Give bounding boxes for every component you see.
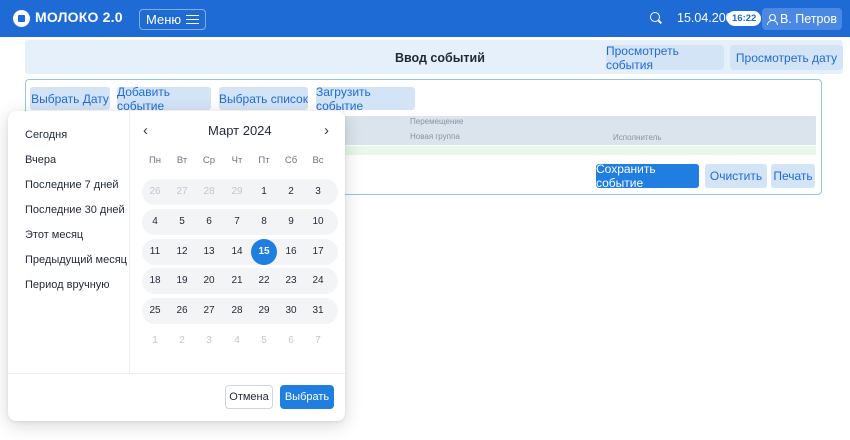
calendar-day[interactable]: 25 [142, 298, 168, 324]
calendar-day[interactable]: 13 [196, 239, 222, 265]
logo-icon[interactable] [13, 10, 30, 27]
calendar-day[interactable]: 23 [278, 268, 304, 294]
calendar-day[interactable]: 29 [251, 298, 277, 324]
calendar-day: 4 [234, 335, 240, 346]
add-event-button[interactable]: Добавить событие [117, 85, 211, 113]
calendar-day[interactable]: 30 [278, 298, 304, 324]
weekday-label: Вт [176, 155, 188, 166]
calendar-day[interactable]: 19 [169, 268, 195, 294]
calendar-day: 7 [315, 335, 321, 346]
calendar-day[interactable]: 8 [251, 209, 277, 235]
chevron-left-icon[interactable]: ‹ [143, 122, 148, 139]
preset-yesterday[interactable]: Вчера [25, 154, 56, 166]
preset-list: Сегодня Вчера Последние 7 дней Последние… [8, 111, 130, 373]
weekday-label: Ср [202, 155, 216, 166]
calendar-day[interactable]: 18 [142, 268, 168, 294]
user-icon [766, 14, 778, 25]
weekday-label: Пн [148, 155, 162, 166]
menu-button[interactable]: Меню [139, 9, 207, 30]
preset-today[interactable]: Сегодня [25, 129, 67, 141]
preset-last-30-days[interactable]: Последние 30 дней [25, 204, 125, 216]
column-move: Перемещение [410, 117, 464, 126]
calendar-day[interactable]: 11 [142, 239, 168, 265]
choose-button[interactable]: Выбрать [280, 385, 334, 409]
calendar-day: 5 [261, 335, 267, 346]
column-group: Новая группа [410, 132, 460, 141]
calendar-day[interactable]: 27 [196, 298, 222, 324]
calendar-day[interactable]: 10 [305, 209, 331, 235]
view-date-button[interactable]: Просмотреть дату [730, 45, 843, 70]
calendar-day[interactable]: 3 [305, 179, 331, 205]
save-event-button[interactable]: Сохранить событие [596, 162, 699, 190]
calendar-day: 27 [176, 186, 188, 197]
calendar-day[interactable]: 16 [278, 239, 304, 265]
time-badge: 16:22 [727, 11, 762, 26]
preset-last-7-days[interactable]: Последние 7 дней [25, 179, 119, 191]
calendar-day[interactable]: 4 [142, 209, 168, 235]
calendar-day-selected[interactable]: 15 [251, 239, 277, 265]
print-button[interactable]: Печать [771, 164, 815, 188]
calendar-day[interactable]: 9 [278, 209, 304, 235]
calendar-day[interactable]: 2 [278, 179, 304, 205]
column-executor: Исполнитель [613, 133, 662, 142]
view-events-button[interactable]: Просмотреть события [606, 44, 724, 72]
calendar-day: 3 [206, 335, 212, 346]
pick-date-button[interactable]: Выбрать Дату [30, 87, 110, 110]
weekday-label: Вс [312, 155, 324, 166]
calendar-day[interactable]: 26 [169, 298, 195, 324]
calendar-day: 29 [231, 186, 243, 197]
calendar-day[interactable]: 5 [169, 209, 195, 235]
search-icon[interactable] [650, 12, 660, 22]
load-event-button[interactable]: Загрузить событие [316, 85, 415, 113]
preset-custom-period[interactable]: Период вручную [25, 279, 110, 291]
weekday-label: Пт [258, 155, 270, 166]
calendar-day: 6 [288, 335, 294, 346]
calendar-day[interactable]: 17 [305, 239, 331, 265]
menu-label: Меню [146, 12, 182, 27]
brand-name[interactable]: МОЛОКО 2.0 [35, 9, 123, 25]
calendar-day[interactable]: 6 [196, 209, 222, 235]
user-button[interactable]: В. Петров [762, 8, 842, 30]
clear-button[interactable]: Очистить [705, 164, 767, 188]
weekday-label: Сб [284, 155, 298, 166]
preset-previous-month[interactable]: Предыдущий месяц [25, 254, 127, 266]
cancel-button[interactable]: Отмена [225, 385, 273, 409]
calendar-day[interactable]: 14 [224, 239, 250, 265]
calendar-day[interactable]: 20 [196, 268, 222, 294]
calendar-day[interactable]: 12 [169, 239, 195, 265]
weekday-label: Чт [231, 155, 243, 166]
calendar-day: 2 [179, 335, 185, 346]
page-title: Ввод событий [395, 51, 485, 65]
calendar-day[interactable]: 21 [224, 268, 250, 294]
date-picker: Сегодня Вчера Последние 7 дней Последние… [8, 111, 345, 421]
table-row[interactable] [345, 146, 816, 155]
calendar-day[interactable]: 7 [224, 209, 250, 235]
calendar-day[interactable]: 22 [251, 268, 277, 294]
user-name: В. Петров [779, 12, 838, 26]
chevron-right-icon[interactable]: › [324, 122, 329, 139]
calendar-day[interactable]: 1 [251, 179, 277, 205]
calendar-day[interactable]: 24 [305, 268, 331, 294]
calendar-day: 28 [203, 186, 215, 197]
calendar-day: 1 [152, 335, 158, 346]
calendar-day[interactable]: 31 [305, 298, 331, 324]
hamburger-icon [186, 14, 200, 25]
calendar-day[interactable]: 28 [224, 298, 250, 324]
pick-list-button[interactable]: Выбрать список [219, 87, 308, 110]
calendar-day: 26 [149, 186, 161, 197]
footer-divider [8, 373, 345, 374]
preset-this-month[interactable]: Этот месяц [25, 229, 83, 241]
month-title: Март 2024 [208, 123, 272, 138]
